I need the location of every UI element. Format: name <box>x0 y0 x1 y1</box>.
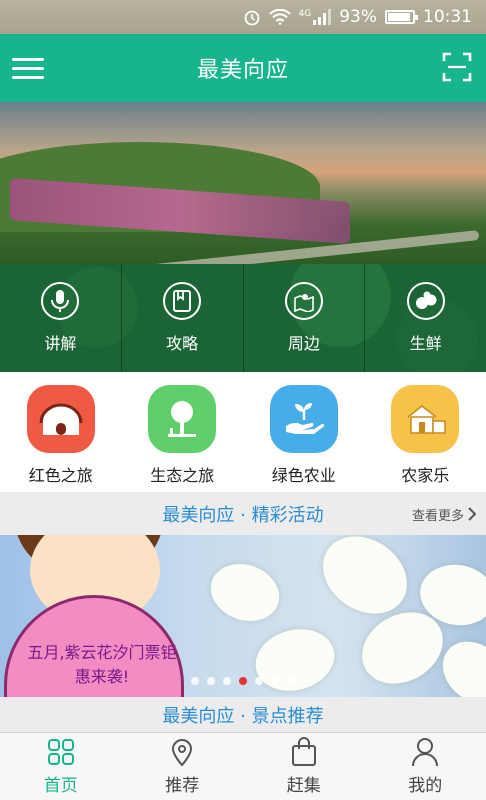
category-red-tour[interactable]: 红色之旅 <box>0 372 122 492</box>
hero-item-nearby[interactable]: 周边 <box>244 264 366 372</box>
guide-book-icon <box>163 282 202 320</box>
hero-banner: 讲解 攻略 周边 生鲜 <box>0 102 486 372</box>
carousel-dot[interactable] <box>287 677 295 685</box>
tree-icon <box>148 385 217 453</box>
tab-home[interactable]: 首页 <box>0 733 122 800</box>
user-icon <box>410 737 440 767</box>
category-eco-tour[interactable]: 生态之旅 <box>122 372 244 492</box>
hero-item-fresh[interactable]: 生鲜 <box>365 264 486 372</box>
activity-banner[interactable]: 五月,紫云花汐门票钜惠来袭! <box>0 535 486 697</box>
tab-label: 推荐 <box>165 776 200 796</box>
tab-market[interactable]: 赶集 <box>243 733 365 800</box>
hero-item-label: 讲解 <box>44 334 77 353</box>
carousel-dot-active[interactable] <box>239 677 247 685</box>
house-icon <box>26 385 95 453</box>
category-green-agriculture[interactable]: 绿色农业 <box>243 372 365 492</box>
carousel-dot[interactable] <box>223 677 231 685</box>
location-pin-icon <box>167 737 197 767</box>
status-bar: 4G 93% 10:31 <box>0 0 486 34</box>
category-farm-stay[interactable]: 农家乐 <box>365 372 486 492</box>
view-more-link[interactable]: 查看更多 <box>412 505 476 524</box>
carousel-dots <box>0 677 486 685</box>
carousel-dot[interactable] <box>207 677 215 685</box>
category-grid: 红色之旅 生态之旅 绿色农业 农家乐 <box>0 372 486 492</box>
fresh-produce-icon <box>406 282 445 320</box>
tab-label: 赶集 <box>286 776 321 796</box>
wifi-icon <box>268 9 291 25</box>
tab-mine[interactable]: 我的 <box>365 733 486 800</box>
page-title: 最美向应 <box>196 58 289 83</box>
battery-fill <box>388 13 410 21</box>
alarm-icon <box>243 8 261 26</box>
scan-icon[interactable] <box>442 52 472 82</box>
carousel-dot[interactable] <box>191 677 199 685</box>
battery-percent: 93% <box>339 7 377 27</box>
hero-item-label: 生鲜 <box>409 334 442 353</box>
hero-item-label: 周边 <box>287 334 320 353</box>
carousel-dot[interactable] <box>271 677 279 685</box>
map-pin-icon <box>284 282 323 320</box>
hero-quick-links: 讲解 攻略 周边 生鲜 <box>0 264 486 372</box>
network-type: 4G <box>298 9 312 19</box>
home-grid-icon <box>46 737 76 767</box>
hero-item-label: 攻略 <box>166 334 199 353</box>
category-label: 红色之旅 <box>28 466 93 485</box>
section-title: 最美向应 · 景点推荐 <box>162 706 324 727</box>
hand-sprout-icon <box>269 385 338 453</box>
clock: 10:31 <box>423 7 472 27</box>
category-label: 农家乐 <box>401 466 450 485</box>
category-label: 生态之旅 <box>150 466 215 485</box>
tab-label: 首页 <box>43 776 78 796</box>
bottom-tab-bar: 首页 推荐 赶集 我的 <box>0 732 486 800</box>
signal-icon: 4G <box>299 9 332 25</box>
section-title: 最美向应 · 精彩活动 <box>162 505 324 526</box>
view-more-label: 查看更多 <box>411 508 464 524</box>
attractions-section-header: 最美向应 · 景点推荐 <box>0 698 486 732</box>
shopping-bag-icon <box>289 737 319 767</box>
carousel-dot[interactable] <box>255 677 263 685</box>
battery-icon <box>385 10 418 24</box>
hero-item-explain[interactable]: 讲解 <box>0 264 122 372</box>
hamburger-menu-icon[interactable] <box>12 54 46 82</box>
app-bar: 最美向应 <box>0 34 486 102</box>
category-label: 绿色农业 <box>271 466 336 485</box>
tab-recommend[interactable]: 推荐 <box>122 733 244 800</box>
activities-section-header: 最美向应 · 精彩活动 查看更多 <box>0 493 486 535</box>
microphone-icon <box>41 282 80 320</box>
chevron-right-icon <box>468 507 476 521</box>
farmhouse-icon <box>391 385 460 453</box>
hero-item-guide[interactable]: 攻略 <box>122 264 244 372</box>
tab-label: 我的 <box>408 776 443 796</box>
